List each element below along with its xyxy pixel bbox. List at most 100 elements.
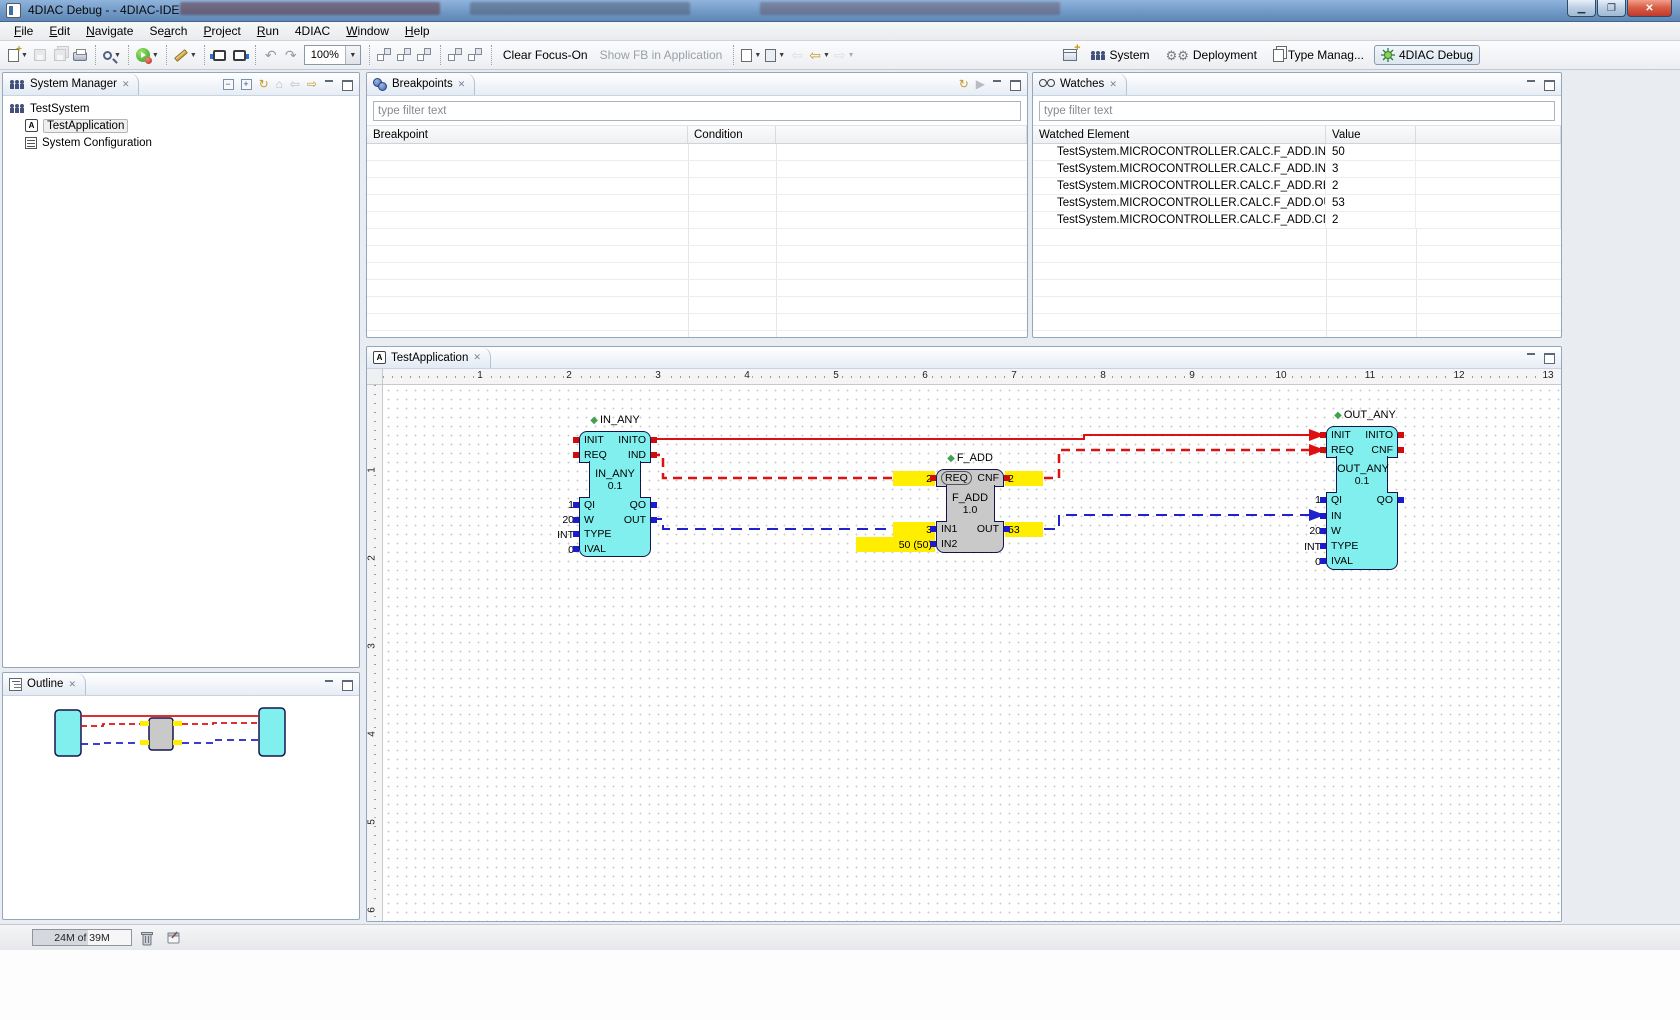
tab-breakpoints[interactable]: Breakpoints ✕: [367, 73, 475, 95]
pin-inito[interactable]: INITO: [1365, 429, 1393, 441]
fb-layout-button-1[interactable]: [375, 44, 395, 66]
pin-ind[interactable]: IND: [628, 449, 646, 461]
new-wizard-button[interactable]: ▼: [6, 44, 30, 66]
heap-status[interactable]: 24M of 39M: [32, 929, 132, 946]
data-connection-out-in[interactable]: [1044, 515, 1309, 529]
value-ival[interactable]: 0: [1279, 554, 1321, 570]
pin-in[interactable]: IN: [1331, 510, 1342, 522]
menu-project[interactable]: Project: [195, 23, 248, 39]
maximize-button[interactable]: ❐: [1597, 0, 1626, 17]
pin-w[interactable]: W: [1331, 525, 1341, 537]
refresh-button[interactable]: ↻: [259, 78, 269, 90]
monitor-right-button[interactable]: [230, 44, 250, 66]
marker-button[interactable]: ▼: [172, 44, 199, 66]
tree-item-system-configuration[interactable]: System Configuration: [9, 134, 359, 151]
watch-value-req[interactable]: 2: [893, 471, 935, 486]
value-type[interactable]: INT: [532, 527, 574, 542]
fb-in-any-label[interactable]: ◆IN_ANY: [590, 414, 639, 426]
pin-in2[interactable]: IN2: [941, 538, 957, 550]
deploy-run-button[interactable]: ▼: [134, 44, 161, 66]
watch-value-cnf[interactable]: 2: [1005, 471, 1043, 486]
pin-req[interactable]: REQ: [1331, 444, 1354, 456]
maximize-view-button[interactable]: [342, 80, 353, 89]
watches-filter-input[interactable]: [1039, 101, 1555, 121]
application-canvas[interactable]: ◆IN_ANY INITINITO REQIND IN_ANY 0.1 QIQO: [384, 386, 1561, 921]
fb-out-any-label[interactable]: ◆OUT_ANY: [1334, 409, 1396, 421]
minimize-view-button[interactable]: [992, 80, 1003, 89]
column-condition[interactable]: Condition: [688, 126, 776, 143]
watch-row[interactable]: TestSystem.MICROCONTROLLER.CALC.F_ADD.IN…: [1033, 161, 1561, 178]
tab-watches[interactable]: Watches ✕: [1033, 73, 1127, 95]
value-ival[interactable]: 0: [532, 542, 574, 557]
maximize-view-button[interactable]: [1010, 80, 1021, 89]
pin-type[interactable]: TYPE: [1331, 540, 1358, 552]
fb-layout-button-4[interactable]: [446, 44, 466, 66]
pin-req[interactable]: REQ: [584, 449, 607, 461]
watch-value-in1[interactable]: 3: [893, 522, 935, 537]
minimize-view-button[interactable]: [1526, 80, 1537, 89]
pin-ival[interactable]: IVAL: [1331, 555, 1353, 567]
menu-window[interactable]: Window: [338, 23, 397, 39]
column-breakpoint[interactable]: Breakpoint: [367, 126, 688, 143]
refresh-button[interactable]: ↻: [959, 78, 969, 90]
forward-button[interactable]: ⇨▼: [832, 44, 857, 66]
pin-editor-icon[interactable]: [166, 930, 182, 945]
column-value[interactable]: Value: [1326, 126, 1416, 143]
event-connection-ind-req[interactable]: [651, 455, 893, 478]
watches-table-body[interactable]: [1033, 229, 1561, 337]
pin-inito[interactable]: INITO: [618, 434, 646, 446]
menu-search[interactable]: Search: [141, 23, 195, 39]
tab-testapplication[interactable]: A TestApplication ✕: [367, 347, 491, 368]
perspective-4diac-debug[interactable]: 4DIAC Debug: [1374, 45, 1480, 65]
menu-4diac[interactable]: 4DIAC: [287, 23, 338, 39]
watch-row[interactable]: TestSystem.MICROCONTROLLER.CALC.F_ADD.RE…: [1033, 178, 1561, 195]
watch-value-in2[interactable]: 50 (50): [856, 537, 935, 552]
back-button[interactable]: ⇦: [290, 78, 300, 90]
zoom-combo[interactable]: 100% ▼: [304, 45, 361, 65]
forward-button[interactable]: ⇨: [307, 78, 317, 90]
show-fb-in-application-button[interactable]: Show FB in Application: [594, 48, 729, 62]
menu-navigate[interactable]: Navigate: [78, 23, 141, 39]
data-connection-out-in1[interactable]: [651, 519, 893, 529]
watch-row[interactable]: TestSystem.MICROCONTROLLER.CALC.F_ADD.IN…: [1033, 144, 1561, 161]
pin-ival[interactable]: IVAL: [584, 543, 606, 555]
value-w[interactable]: 20: [532, 512, 574, 527]
close-icon[interactable]: ✕: [68, 679, 76, 690]
save-button[interactable]: [30, 44, 50, 66]
perspective-type-management[interactable]: Type Manag...: [1267, 46, 1370, 64]
undo-button[interactable]: ↶: [261, 44, 281, 66]
fb-layout-button-3[interactable]: [415, 44, 435, 66]
watch-row[interactable]: TestSystem.MICROCONTROLLER.CALC.F_ADD.CN…: [1033, 212, 1561, 229]
breakpoints-filter-input[interactable]: [373, 101, 1021, 121]
tree-item-testsystem[interactable]: TestSystem: [9, 100, 359, 117]
pin-in1[interactable]: IN1: [941, 523, 957, 535]
pin-init[interactable]: INIT: [1331, 429, 1351, 441]
minimize-view-button[interactable]: [324, 80, 335, 89]
fb-layout-button-5[interactable]: [466, 44, 486, 66]
tab-outline[interactable]: Outline ✕: [3, 673, 86, 695]
value-qi[interactable]: 1: [532, 497, 574, 512]
close-icon[interactable]: ✕: [458, 79, 466, 90]
pin-out[interactable]: OUT: [977, 523, 999, 535]
breakpoints-table-header[interactable]: Breakpoint Condition: [367, 125, 1027, 144]
outline-thumbnail[interactable]: [3, 696, 359, 918]
back-to-location-button[interactable]: ⇦: [787, 44, 807, 66]
value-qi[interactable]: 1: [1279, 492, 1321, 508]
pin-qi[interactable]: QI: [1331, 494, 1342, 506]
pin-qo[interactable]: QO: [1377, 494, 1393, 506]
pin-qi[interactable]: QI: [584, 499, 595, 511]
expand-all-button[interactable]: +: [241, 79, 252, 90]
watch-row[interactable]: TestSystem.MICROCONTROLLER.CALC.F_ADD.OU…: [1033, 195, 1561, 212]
close-icon[interactable]: ✕: [1109, 79, 1117, 90]
pin-qo[interactable]: QO: [630, 499, 646, 511]
watch-value-out[interactable]: 53: [1005, 522, 1043, 537]
perspective-system[interactable]: System: [1084, 46, 1156, 64]
menu-run[interactable]: Run: [249, 23, 287, 39]
menu-help[interactable]: Help: [397, 23, 438, 39]
fb-f-add-label[interactable]: ◆F_ADD: [947, 452, 993, 464]
clear-focus-on-button[interactable]: Clear Focus-On: [497, 48, 594, 62]
save-all-button[interactable]: [50, 44, 70, 66]
search-button[interactable]: ▼: [101, 44, 123, 66]
breakpoints-table-body[interactable]: [367, 144, 1027, 337]
back-button[interactable]: ⇦▼: [807, 44, 832, 66]
